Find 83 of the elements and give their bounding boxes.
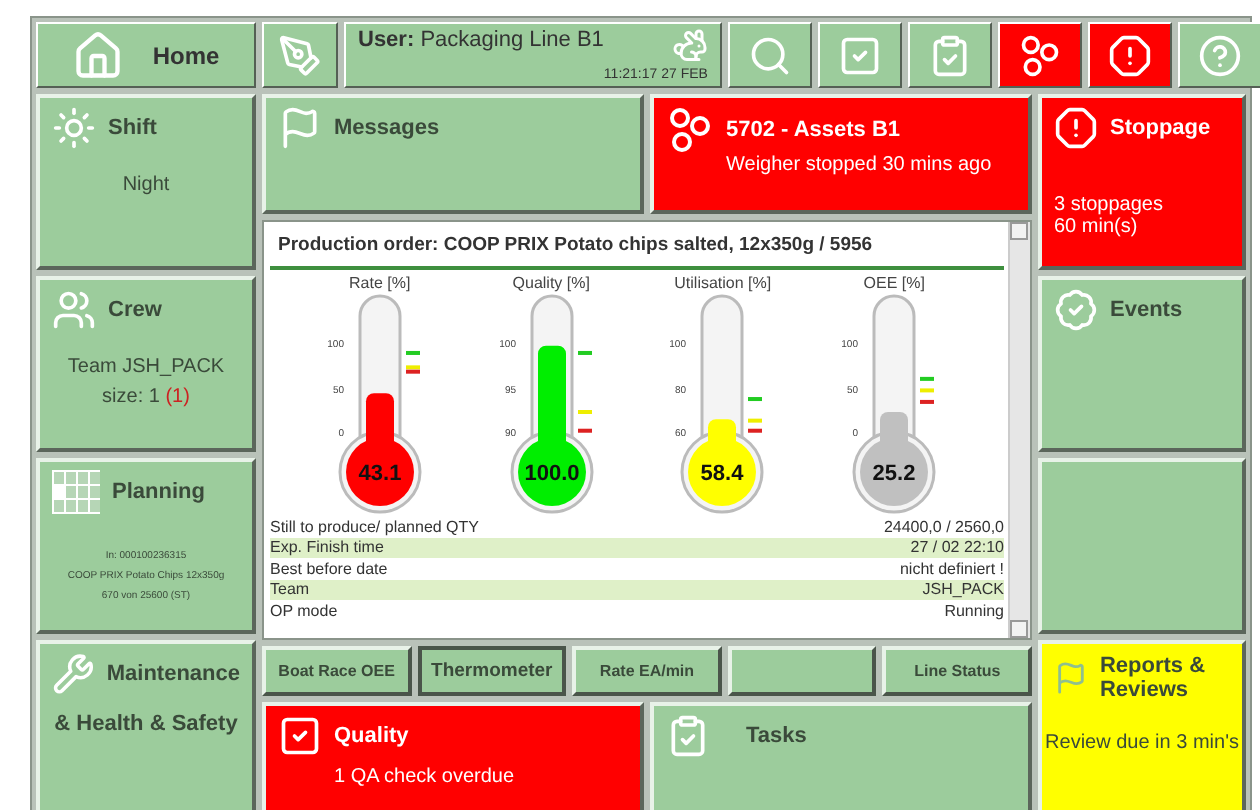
tile-text: 1 QA check overdue	[334, 766, 515, 788]
grid-icon	[52, 470, 100, 514]
tab[interactable]: Rate EA/min	[572, 646, 722, 696]
alert-button[interactable]	[1087, 22, 1172, 88]
quality-tile[interactable]: Quality 1 QA check overdue	[262, 702, 644, 810]
tile-title: Quality	[334, 724, 409, 748]
gauge-label: OEE [%]	[863, 274, 925, 292]
empty-tile[interactable]	[1038, 458, 1246, 634]
info-label: OP mode	[270, 601, 338, 620]
checkbox-icon	[837, 33, 882, 77]
flag-icon	[278, 106, 322, 150]
info-label: Team	[270, 580, 310, 599]
info-value: nicht definiert !	[899, 559, 1004, 578]
wrench-icon	[52, 652, 95, 696]
tile-title: Messages	[334, 116, 440, 140]
checkbox-icon	[278, 714, 322, 758]
gauge-label: Rate [%]	[349, 274, 411, 292]
events-tile[interactable]: Events	[1038, 276, 1246, 452]
sun-icon	[52, 106, 96, 150]
info-value: Running	[944, 601, 1004, 620]
people-icon	[52, 288, 96, 332]
info-value: 27 / 02 22:10	[910, 538, 1004, 557]
crew-size: size: 1 (1)	[102, 386, 190, 408]
crew-tile[interactable]: Crew Team JSH_PACK size: 1 (1)	[36, 276, 256, 452]
gauge-value: 100.0	[523, 462, 579, 486]
production-order-title: Production order: COOP PRIX Potato chips salted, 12x350g / 5956	[270, 226, 1004, 270]
tile-text: Weigher stopped 30 mins ago	[726, 154, 992, 176]
info-label: Still to produce/ planned QTY	[270, 517, 480, 536]
tile-text: 60 min(s)	[1054, 216, 1138, 238]
search-button[interactable]	[727, 22, 812, 88]
tile-title: Shift	[108, 116, 157, 140]
gauge-value: 25.2	[872, 462, 916, 486]
alert-icon	[1054, 106, 1098, 150]
help-button[interactable]	[1177, 22, 1260, 88]
tile-title: 5702 - Assets B1	[726, 118, 901, 142]
assets-tile[interactable]: 5702 - Assets B1 Weigher stopped 30 mins ago	[650, 94, 1032, 214]
circles-icon	[1017, 33, 1062, 77]
assets-button[interactable]	[997, 22, 1082, 88]
tab[interactable]: Thermometer	[417, 646, 567, 696]
help-icon	[1197, 33, 1242, 77]
tab[interactable]: Line Status	[882, 646, 1032, 696]
clipboard-icon	[666, 714, 710, 758]
rabbit-icon	[671, 28, 708, 64]
tile-title: Planning	[112, 480, 205, 504]
tab[interactable]	[727, 646, 877, 696]
circles-icon	[666, 106, 714, 154]
pen-icon	[278, 33, 322, 77]
gauge-label: Utilisation [%]	[674, 274, 772, 292]
check-button[interactable]	[817, 22, 902, 88]
gauge-value: 43.1	[358, 462, 402, 486]
info-value: JSH_PACK	[922, 580, 1004, 599]
messages-tile[interactable]: Messages	[262, 94, 644, 214]
tile-title: Stoppage	[1110, 116, 1211, 140]
reports-tile[interactable]: Reports & Reviews Review due in 3 min's	[1038, 640, 1246, 810]
pen-button[interactable]	[262, 22, 338, 88]
gauge-value: 58.4	[701, 462, 745, 486]
tile-title: Crew	[108, 298, 162, 322]
user-text: User: Packaging Line B1	[358, 28, 604, 52]
scrollbar[interactable]	[1008, 222, 1030, 638]
shift-tile[interactable]: Shift Night	[36, 94, 256, 270]
maintenance-tile[interactable]: Maintenance & Health & Safety	[36, 640, 256, 810]
tile-text: Team JSH_PACK	[67, 356, 225, 378]
stoppage-tile[interactable]: Stoppage 3 stoppages 60 min(s)	[1038, 94, 1246, 270]
tile-title: Reports & Reviews	[1099, 654, 1208, 702]
info-value: 24400,0 / 2560,0	[883, 517, 1004, 536]
tile-title: Maintenance	[106, 662, 240, 686]
tile-title: Tasks	[746, 724, 807, 748]
alert-icon	[1107, 33, 1152, 77]
info-label: Best before date	[270, 559, 388, 578]
tile-text: 3 stoppages	[1054, 194, 1163, 216]
tile-title: Events	[1110, 298, 1183, 322]
home-button[interactable]: Home	[36, 22, 256, 88]
tasks-tile[interactable]: Tasks	[650, 702, 1032, 810]
tile-text: Review due in 3 min's	[1045, 732, 1239, 754]
tile-subtitle: & Health & Safety	[54, 712, 238, 736]
gauge-label: Quality [%]	[512, 274, 590, 292]
search-icon	[747, 33, 792, 77]
home-icon	[72, 29, 125, 81]
badge-check-icon	[1054, 288, 1098, 332]
clipboard-button[interactable]	[907, 22, 992, 88]
tile-text: Night	[122, 174, 170, 196]
info-label: Exp. Finish time	[270, 538, 384, 557]
tab[interactable]: Boat Race OEE	[262, 646, 412, 696]
